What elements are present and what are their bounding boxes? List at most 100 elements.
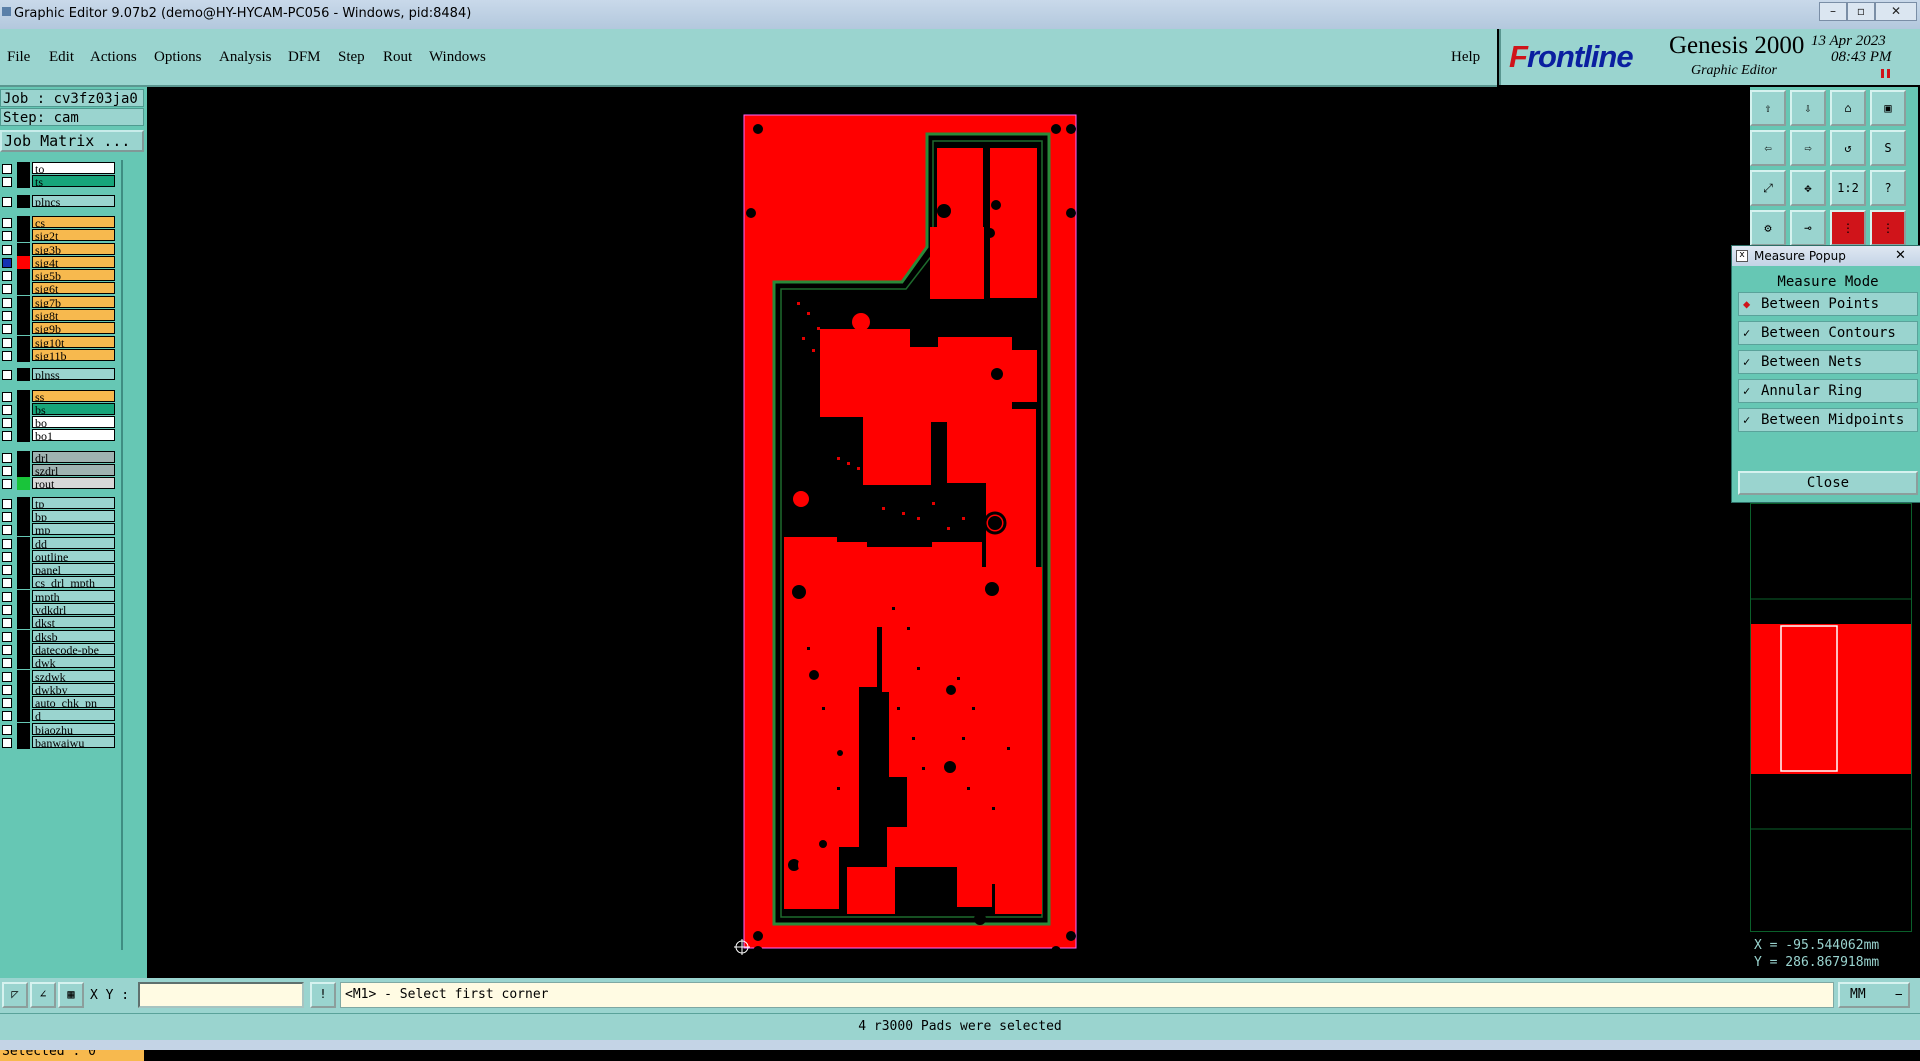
zoom-window-icon[interactable]: ⌂ <box>1830 90 1866 126</box>
menu-rout[interactable]: Rout <box>383 49 412 66</box>
layer-name[interactable]: szdrl <box>32 464 115 476</box>
layer-checkbox[interactable] <box>2 297 12 308</box>
layer-name[interactable]: d <box>32 709 115 722</box>
measure-option-annular-ring[interactable]: ✓ Annular Ring <box>1738 379 1918 403</box>
layer-row-ss[interactable]: ss <box>0 389 118 403</box>
close-window-button[interactable]: ✕ <box>1875 2 1917 21</box>
layer-row-cs[interactable]: cs <box>0 215 118 229</box>
layer-checkbox[interactable] <box>2 370 12 381</box>
layer-name[interactable]: sig6t <box>32 282 115 295</box>
layer-checkbox[interactable] <box>2 684 12 695</box>
grid-icon[interactable]: ▦ <box>58 982 84 1008</box>
layer-checkbox[interactable] <box>2 244 12 255</box>
layer-checkbox[interactable] <box>2 284 12 295</box>
layer-name[interactable]: cs_drl_mpth <box>32 576 115 589</box>
layer-row-dksb[interactable]: dksb <box>0 629 118 643</box>
layer-row-dkst[interactable]: dkst <box>0 616 118 630</box>
measure-option-between-nets[interactable]: ✓ Between Nets <box>1738 350 1918 374</box>
layer-checkbox[interactable] <box>2 391 12 402</box>
layer-row-rout[interactable]: rout <box>0 477 118 491</box>
job-matrix-button[interactable]: Job Matrix ... <box>0 130 144 152</box>
menu-step[interactable]: Step <box>338 49 365 66</box>
layer-checkbox[interactable] <box>2 311 12 321</box>
layer-row-sig10t[interactable]: sig10t <box>0 335 118 349</box>
layer-checkbox[interactable] <box>2 257 12 268</box>
layer-name[interactable]: mp <box>32 523 115 536</box>
layer-checkbox[interactable] <box>2 498 12 509</box>
layer-name[interactable]: sig11b <box>32 348 115 361</box>
layer-row-to[interactable]: to <box>0 162 118 175</box>
layer-row-cs_drl_mpth[interactable]: cs_drl_mpth <box>0 576 118 590</box>
layer-checkbox[interactable] <box>2 217 12 228</box>
layer-row-dd[interactable]: dd <box>0 536 118 550</box>
layer-name[interactable]: szdwk <box>32 669 115 682</box>
measure-option-between-midpoints[interactable]: ✓ Between Midpoints <box>1738 408 1918 432</box>
zoom-center-icon[interactable]: ✥ <box>1790 170 1826 206</box>
layer-name[interactable]: dwk <box>32 656 115 669</box>
menu-file[interactable]: File <box>7 49 30 66</box>
layer-checkbox[interactable] <box>2 591 12 602</box>
layer-row-sig5b[interactable]: sig5b <box>0 269 118 283</box>
layer-row-dwk[interactable]: dwk <box>0 656 118 670</box>
menu-dfm[interactable]: DFM <box>288 49 321 66</box>
layer-row-sig4t[interactable]: sig4t <box>0 255 118 269</box>
layer-row-auto_chk_pn[interactable]: auto_chk_pn <box>0 696 118 710</box>
minimize-button[interactable]: – <box>1819 2 1847 21</box>
layer-name[interactable]: outline <box>32 549 115 562</box>
layer-checkbox[interactable] <box>2 671 12 682</box>
layer-name[interactable]: banwaiwu <box>32 736 115 748</box>
layer-row-sig8t[interactable]: sig8t <box>0 309 118 322</box>
close-button[interactable]: Close <box>1738 471 1918 495</box>
menu-options[interactable]: Options <box>154 49 202 66</box>
layer-row-szdwk[interactable]: szdwk <box>0 669 118 683</box>
info-icon[interactable]: ! <box>310 982 336 1008</box>
zoom-scale-icon[interactable]: 1:2 <box>1830 170 1866 206</box>
layer-name[interactable]: cs <box>32 215 115 228</box>
layer-name[interactable]: ts <box>32 175 115 188</box>
layer-name[interactable]: dksb <box>32 629 115 642</box>
layer-checkbox[interactable] <box>2 177 12 188</box>
layer-row-sig6t[interactable]: sig6t <box>0 282 118 296</box>
angle-mode-icon[interactable]: ∠ <box>30 982 56 1008</box>
layer-checkbox[interactable] <box>2 605 12 615</box>
layer-checkbox[interactable] <box>2 565 12 576</box>
pan-left-icon[interactable]: ⇦ <box>1750 130 1786 166</box>
layer-name[interactable]: rout <box>32 477 115 490</box>
layer-name[interactable]: ss <box>32 389 115 402</box>
layer-name[interactable]: sig2t <box>32 229 115 242</box>
layer-row-mpth[interactable]: mpth <box>0 589 118 603</box>
graphic-canvas[interactable] <box>147 87 1748 978</box>
layer-name[interactable]: bs <box>32 402 115 415</box>
layer-row-sig7b[interactable]: sig7b <box>0 295 118 309</box>
layer-checkbox[interactable] <box>2 350 12 361</box>
layer-checkbox[interactable] <box>2 618 12 629</box>
layer-row-ydkdrl[interactable]: ydkdrl <box>0 603 118 616</box>
layer-checkbox[interactable] <box>2 196 12 207</box>
layer-name[interactable]: bo <box>32 416 115 429</box>
popup-close-icon[interactable]: ✕ <box>1895 246 1906 266</box>
layer-row-plnss[interactable]: plnss <box>0 368 118 382</box>
layer-name[interactable]: drl <box>32 450 115 463</box>
layer-row-mp[interactable]: mp <box>0 523 118 537</box>
layer-name[interactable]: mpth <box>32 589 115 602</box>
layer-name[interactable]: dwkby <box>32 682 115 695</box>
menu-analysis[interactable]: Analysis <box>219 49 272 66</box>
layer-row-banwaiwu[interactable]: banwaiwu <box>0 736 118 749</box>
layer-checkbox[interactable] <box>2 658 12 669</box>
net-tool-2-icon[interactable]: ⋮ <box>1870 210 1906 246</box>
maximize-button[interactable]: ▫ <box>1847 2 1875 21</box>
layer-name[interactable]: sig10t <box>32 335 115 348</box>
layer-name[interactable]: dd <box>32 536 115 549</box>
measure-tool-icon[interactable]: ⊸ <box>1790 210 1826 246</box>
layer-name[interactable]: to <box>32 162 115 174</box>
layer-row-outline[interactable]: outline <box>0 549 118 563</box>
overview-minimap[interactable] <box>1750 503 1912 932</box>
xy-input[interactable] <box>138 982 304 1008</box>
layer-row-bo[interactable]: bo <box>0 416 118 430</box>
menu-windows[interactable]: Windows <box>429 49 486 66</box>
layer-name[interactable]: datecode-pbe <box>32 642 115 655</box>
layer-name[interactable]: bo1 <box>32 429 115 442</box>
layer-name[interactable]: tp <box>32 496 115 509</box>
layer-row-sig2t[interactable]: sig2t <box>0 229 118 243</box>
net-tool-icon[interactable]: ⋮ <box>1830 210 1866 246</box>
